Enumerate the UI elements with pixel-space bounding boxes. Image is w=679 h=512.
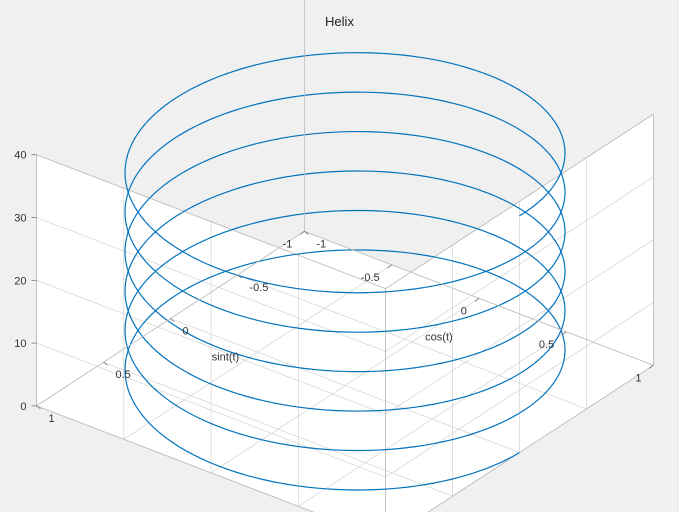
svg-text:-1: -1 [316,238,326,250]
svg-text:-0.5: -0.5 [249,282,268,294]
svg-text:30: 30 [14,213,26,225]
svg-text:0: 0 [20,401,26,413]
x-axis-label: cos(t) [425,331,453,343]
svg-text:1: 1 [635,372,641,384]
svg-text:1: 1 [49,413,55,425]
svg-text:40: 40 [14,150,26,162]
y-axis-label: sint(t) [212,352,240,364]
svg-text:-0.5: -0.5 [361,272,380,284]
svg-text:-1: -1 [283,238,293,250]
svg-text:10: 10 [14,338,26,350]
svg-text:20: 20 [14,275,26,287]
svg-text:0.5: 0.5 [539,339,554,351]
svg-text:0: 0 [182,326,188,338]
figure-window: Helix -1-0.500.51-1-0.500.51010203040cos… [0,0,679,512]
axes-3d[interactable]: -1-0.500.51-1-0.500.51010203040cos(t)sin… [0,0,679,512]
svg-text:0: 0 [461,305,467,317]
svg-text:0.5: 0.5 [115,369,130,381]
